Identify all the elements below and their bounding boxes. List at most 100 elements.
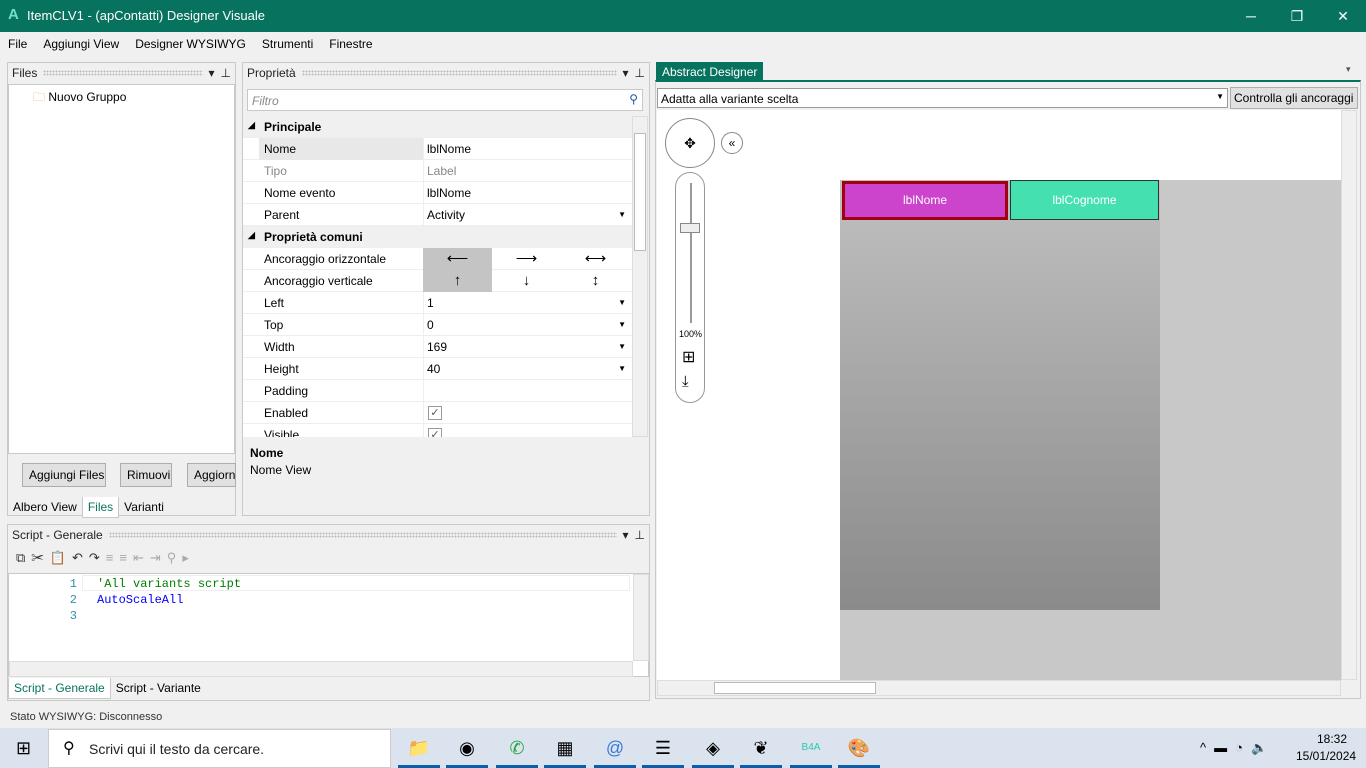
property-grid-scrollbar[interactable] xyxy=(632,116,648,437)
download-icon[interactable]: ⤓ xyxy=(682,373,689,390)
comment-icon[interactable]: ≡ xyxy=(106,550,120,565)
file-explorer-icon[interactable]: 📁 xyxy=(398,732,440,768)
property-value[interactable]: 40 xyxy=(427,362,632,380)
property-value[interactable]: lblNome xyxy=(427,142,632,160)
fit-icon[interactable]: ⊞ xyxy=(682,347,695,367)
minimize-button[interactable]: ─ xyxy=(1228,0,1274,32)
pin-icon[interactable]: ⊥ xyxy=(221,66,231,80)
whatsapp-icon[interactable]: ✆ xyxy=(496,732,538,768)
dropdown-icon[interactable]: ▾ xyxy=(623,528,629,542)
property-row[interactable]: Width 169 ▼ xyxy=(243,336,632,358)
chevron-down-icon[interactable]: ▼ xyxy=(618,298,626,307)
anchor-option[interactable]: ⟷ xyxy=(561,248,630,270)
tab-script-variante[interactable]: Script - Variante xyxy=(111,678,206,698)
code-editor[interactable]: 1 'All variants script 2 AutoScaleAll 3 xyxy=(8,573,649,677)
run-icon[interactable]: ▸ xyxy=(182,550,195,565)
dropdown-icon[interactable]: ▾ xyxy=(623,66,629,80)
uncomment-icon[interactable]: ≡ xyxy=(119,550,133,565)
redo-icon[interactable]: ↷ xyxy=(89,550,106,565)
view-lblcognome[interactable]: lblCognome xyxy=(1010,180,1159,220)
property-value[interactable] xyxy=(427,384,632,402)
property-value[interactable]: 0 xyxy=(427,318,632,336)
anchor-option[interactable]: ↕ xyxy=(561,270,630,292)
chevron-down-icon[interactable]: ▼ xyxy=(618,364,626,373)
search-icon[interactable]: ⚲ xyxy=(629,92,638,106)
view-lblnome[interactable]: lblNome xyxy=(842,181,1008,220)
wifi-icon[interactable]: ◔ xyxy=(1235,740,1251,755)
paint-icon[interactable]: 🎨 xyxy=(838,732,880,768)
code-line[interactable]: 1 'All variants script xyxy=(49,576,241,592)
property-row[interactable]: Left 1 ▼ xyxy=(243,292,632,314)
contacts-icon[interactable]: @ xyxy=(594,732,636,768)
property-row[interactable]: Height 40 ▼ xyxy=(243,358,632,380)
checkbox[interactable]: ✓ xyxy=(428,428,442,437)
tab-script-generale[interactable]: Script - Generale xyxy=(8,678,111,699)
menu-aggiungi-view[interactable]: Aggiungi View xyxy=(35,33,127,56)
indent-icon[interactable]: ⇥ xyxy=(150,550,167,565)
clock-date[interactable]: 15/01/2024 xyxy=(1296,749,1356,763)
chevron-down-icon[interactable]: ▼ xyxy=(618,210,626,219)
checkbox[interactable]: ✓ xyxy=(428,406,442,420)
property-value[interactable]: lblNome xyxy=(427,186,632,204)
menu-designer-wysiwyg[interactable]: Designer WYSIWYG xyxy=(127,33,254,56)
anchor-option[interactable]: ⟵ xyxy=(423,248,492,270)
tab-files[interactable]: Files xyxy=(81,497,120,518)
outdent-icon[interactable]: ⇤ xyxy=(133,550,150,565)
windows-start-icon[interactable]: ⊞ xyxy=(16,738,31,759)
collapse-triangle-icon[interactable]: ◢ xyxy=(248,120,255,131)
find-icon[interactable]: ⚲ xyxy=(167,550,183,565)
property-category[interactable]: ◢ Proprietà comuni xyxy=(243,226,632,248)
chrome-icon[interactable]: ◉ xyxy=(446,732,488,768)
b4a-icon[interactable]: B4A xyxy=(790,732,832,768)
property-row[interactable]: Enabled ✓ xyxy=(243,402,632,424)
remove-button[interactable]: Rimuovi xyxy=(120,463,172,487)
property-row[interactable]: Parent Activity ▼ xyxy=(243,204,632,226)
calendar-icon[interactable]: ▦ xyxy=(544,732,586,768)
chevron-down-icon[interactable]: ▼ xyxy=(618,342,626,351)
property-row[interactable]: Ancoraggio orizzontale ⟵ ⟶ ⟷ xyxy=(243,248,632,270)
code-horizontal-scrollbar[interactable] xyxy=(9,661,633,677)
refresh-button[interactable]: Aggiorn xyxy=(187,463,236,487)
anchor-option[interactable]: ↓ xyxy=(492,270,561,292)
app-icon-2[interactable]: ❦ xyxy=(740,732,782,768)
dropdown-icon[interactable]: ▾ xyxy=(209,66,215,80)
tab-abstract-designer[interactable]: Abstract Designer xyxy=(656,62,764,81)
code-vertical-scrollbar[interactable] xyxy=(633,574,649,661)
variant-select[interactable]: Adatta alla variante scelta ▼ xyxy=(657,88,1228,108)
pin-icon[interactable]: ⊥ xyxy=(635,528,645,542)
property-row[interactable]: Top 0 ▼ xyxy=(243,314,632,336)
volume-icon[interactable]: 🔈 xyxy=(1251,740,1275,755)
zoom-slider[interactable] xyxy=(690,183,692,323)
cut-icon[interactable]: ✂ xyxy=(31,550,50,565)
paste-icon[interactable]: 📋 xyxy=(50,550,72,565)
pin-icon[interactable]: ⊥ xyxy=(635,66,645,80)
property-category[interactable]: ◢ Principale xyxy=(243,116,632,138)
pan-control[interactable]: ✥ xyxy=(665,118,715,168)
collapse-triangle-icon[interactable]: ◢ xyxy=(248,230,255,241)
close-button[interactable]: ✕ xyxy=(1320,0,1366,32)
app-icon[interactable]: ☰ xyxy=(642,732,684,768)
zoom-slider-thumb[interactable] xyxy=(680,223,700,233)
property-row[interactable]: Nome evento lblNome xyxy=(243,182,632,204)
taskbar-search[interactable]: ⚲ Scrivi qui il testo da cercare. xyxy=(48,729,391,768)
copy-icon[interactable]: ⧉ xyxy=(16,550,31,565)
clock-time[interactable]: 18:32 xyxy=(1312,732,1352,746)
property-value[interactable]: Activity xyxy=(427,208,632,226)
tab-albero-view[interactable]: Albero View xyxy=(8,497,82,517)
menu-file[interactable]: File xyxy=(0,33,35,56)
anchor-option[interactable]: ⟶ xyxy=(492,248,561,270)
collapse-icon[interactable]: « xyxy=(721,132,743,154)
designer-canvas[interactable]: lblNome lblCognome ✥ « 100% ⊞ ⤓ xyxy=(657,110,1341,680)
anchor-option[interactable]: ↑ xyxy=(423,270,492,292)
canvas-horizontal-scrollbar[interactable] xyxy=(657,680,1341,696)
designer-app-icon[interactable]: ◈ xyxy=(692,732,734,768)
property-row[interactable]: Ancoraggio verticale ↑ ↓ ↕ xyxy=(243,270,632,292)
add-files-button[interactable]: Aggiungi Files xyxy=(22,463,106,487)
code-line[interactable]: 2 AutoScaleAll xyxy=(49,592,241,608)
chevron-down-icon[interactable]: ▼ xyxy=(618,320,626,329)
code-line[interactable]: 3 xyxy=(49,608,241,624)
property-row[interactable]: Padding xyxy=(243,380,632,402)
property-value[interactable]: 169 xyxy=(427,340,632,358)
canvas-vertical-scrollbar[interactable] xyxy=(1341,110,1357,680)
property-value[interactable]: 1 xyxy=(427,296,632,314)
